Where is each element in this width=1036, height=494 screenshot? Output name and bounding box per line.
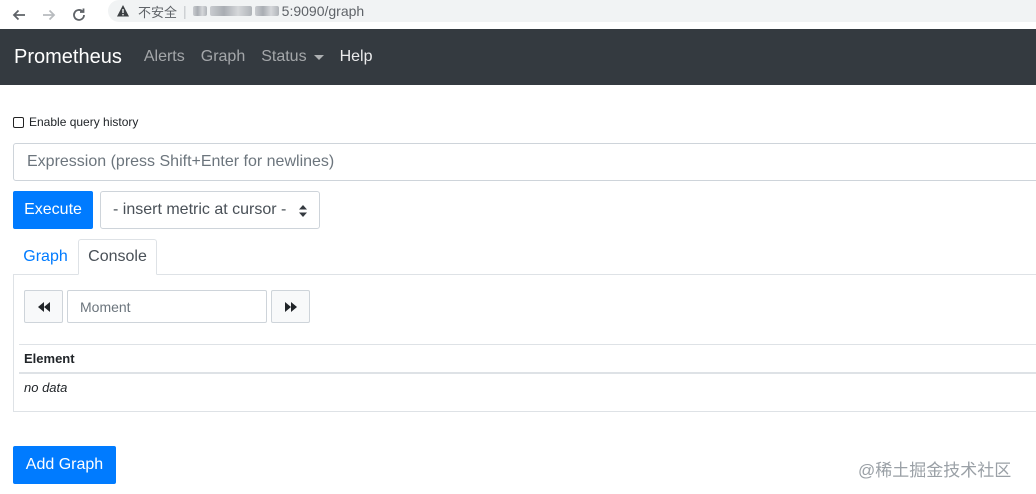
- url-redacted: [254, 6, 279, 16]
- url-separator: |: [183, 3, 187, 19]
- metric-select[interactable]: - insert metric at cursor -: [100, 191, 320, 229]
- address-bar[interactable]: 不安全 | 5:9090/graph: [108, 0, 1036, 22]
- url-redacted: [192, 6, 207, 16]
- forward-icon: [284, 301, 297, 312]
- forward-button[interactable]: [38, 4, 60, 26]
- reload-icon: [73, 8, 85, 21]
- browser-toolbar: 不安全 | 5:9090/graph: [0, 0, 1036, 29]
- warning-icon: [117, 5, 129, 17]
- tab-console[interactable]: Console: [78, 239, 157, 275]
- tab-graph[interactable]: Graph: [13, 239, 78, 275]
- table-top-border: [19, 344, 1036, 345]
- url-text: 5:9090/graph: [281, 3, 365, 19]
- nav-status-label: Status: [261, 48, 307, 65]
- arrow-left-icon: [12, 9, 25, 20]
- backward-icon: [37, 301, 50, 312]
- brand-link[interactable]: Prometheus: [14, 46, 122, 69]
- table-header-element: Element: [24, 351, 75, 366]
- time-back-button[interactable]: [24, 290, 63, 323]
- nav-status-dropdown[interactable]: Status: [261, 48, 324, 66]
- reload-button[interactable]: [68, 4, 90, 26]
- no-data-text: no data: [24, 380, 68, 395]
- url-redacted: [209, 6, 252, 16]
- nav-alerts[interactable]: Alerts: [144, 48, 185, 66]
- nav-help[interactable]: Help: [340, 48, 373, 66]
- insecure-label: 不安全: [138, 4, 178, 20]
- time-forward-button[interactable]: [271, 290, 310, 323]
- execute-button[interactable]: Execute: [13, 191, 93, 229]
- expression-input[interactable]: Expression (press Shift+Enter for newlin…: [13, 143, 1036, 181]
- moment-input[interactable]: Moment: [67, 290, 267, 323]
- caret-down-icon: [313, 54, 324, 60]
- query-history-label: Enable query history: [29, 115, 139, 129]
- top-navbar: Prometheus Alerts Graph Status Help: [0, 29, 1036, 85]
- add-graph-button[interactable]: Add Graph: [13, 446, 116, 484]
- query-history-toggle[interactable]: Enable query history: [13, 115, 138, 129]
- watermark: @稀土掘金技术社区: [858, 461, 1012, 480]
- query-history-checkbox[interactable]: [13, 116, 24, 128]
- nav-graph[interactable]: Graph: [201, 48, 245, 66]
- arrow-right-icon: [43, 9, 56, 20]
- metric-select-value: - insert metric at cursor -: [113, 201, 287, 218]
- select-arrows-icon: [299, 205, 307, 217]
- table-header-border: [19, 372, 1036, 374]
- back-button[interactable]: [8, 4, 30, 26]
